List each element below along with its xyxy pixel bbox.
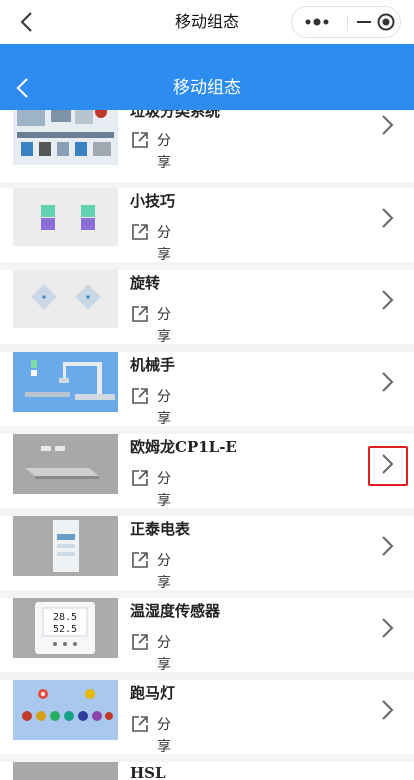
chevron-right-icon[interactable] — [380, 535, 394, 557]
list-item[interactable]: HSL — [0, 762, 414, 780]
item-title: 小技巧 — [130, 192, 176, 210]
chevron-right-icon[interactable] — [380, 699, 394, 721]
system-nav-bar: 移动组态 — [0, 0, 414, 44]
share-label: 分享 — [157, 133, 171, 171]
chevron-right-icon[interactable] — [380, 371, 394, 393]
thumbnail-image — [13, 352, 118, 412]
share-label: 分享 — [157, 389, 171, 427]
item-title: 温湿度传感器 — [130, 602, 221, 620]
chevron-right-icon[interactable] — [380, 207, 394, 229]
share-icon — [132, 306, 148, 322]
list-item[interactable]: 跑马灯 分享 — [0, 680, 414, 755]
share-icon — [132, 132, 148, 148]
list-item[interactable]: 28.5 52.5 温湿度传感器 分享 — [0, 598, 414, 673]
share-icon — [132, 634, 148, 650]
page-title: 移动组态 — [173, 78, 241, 98]
share-icon — [132, 388, 148, 404]
capsule-menu — [291, 6, 401, 38]
chevron-right-icon[interactable] — [380, 617, 394, 639]
item-title: HSL — [130, 764, 166, 780]
share-icon — [132, 552, 148, 568]
thumbnail-image — [13, 188, 118, 246]
chevron-right-icon[interactable] — [380, 453, 394, 475]
project-list: 垃圾分类系统 分享 小技巧 分享 旋转 分享 机械手 分享 欧姆龙CP1L-E … — [0, 110, 414, 780]
capsule-divider — [347, 15, 348, 31]
more-dots-icon[interactable] — [302, 13, 332, 31]
app-header: 移动组态 — [0, 44, 414, 110]
sensor-temp-value: 28.5 — [53, 612, 77, 623]
close-target-icon[interactable] — [376, 12, 396, 32]
share-label: 分享 — [157, 717, 171, 755]
list-item[interactable]: 垃圾分类系统 分享 — [0, 110, 414, 182]
thumbnail-image — [13, 434, 118, 494]
thumbnail-image — [13, 516, 118, 576]
list-item[interactable]: 旋转 分享 — [0, 270, 414, 345]
thumbnail-image — [13, 270, 118, 328]
share-label: 分享 — [157, 635, 171, 673]
share-label: 分享 — [157, 471, 171, 509]
chevron-right-icon[interactable] — [380, 289, 394, 311]
item-title: 跑马灯 — [130, 684, 176, 702]
item-title: 机械手 — [130, 356, 176, 374]
item-title: 垃圾分类系统 — [130, 110, 221, 120]
share-label: 分享 — [157, 307, 171, 345]
thumbnail-image — [13, 680, 118, 740]
thumbnail-image: 28.5 52.5 — [13, 598, 118, 658]
list-item[interactable]: 机械手 分享 — [0, 352, 414, 427]
item-title: 旋转 — [130, 274, 161, 292]
list-item[interactable]: 正泰电表 分享 — [0, 516, 414, 591]
thumbnail-image — [13, 762, 118, 780]
sensor-humidity-value: 52.5 — [53, 624, 77, 635]
share-label: 分享 — [157, 225, 171, 263]
list-item[interactable]: 小技巧 分享 — [0, 188, 414, 263]
share-label: 分享 — [157, 553, 171, 591]
share-icon — [132, 224, 148, 240]
item-title: 正泰电表 — [130, 520, 191, 538]
thumbnail-image — [13, 110, 118, 165]
share-icon — [132, 470, 148, 486]
item-title: 欧姆龙CP1L-E — [130, 438, 237, 456]
share-icon — [132, 716, 148, 732]
minimize-icon[interactable] — [354, 13, 374, 31]
list-item[interactable]: 欧姆龙CP1L-E 分享 — [0, 434, 414, 509]
chevron-right-icon[interactable] — [380, 114, 394, 136]
